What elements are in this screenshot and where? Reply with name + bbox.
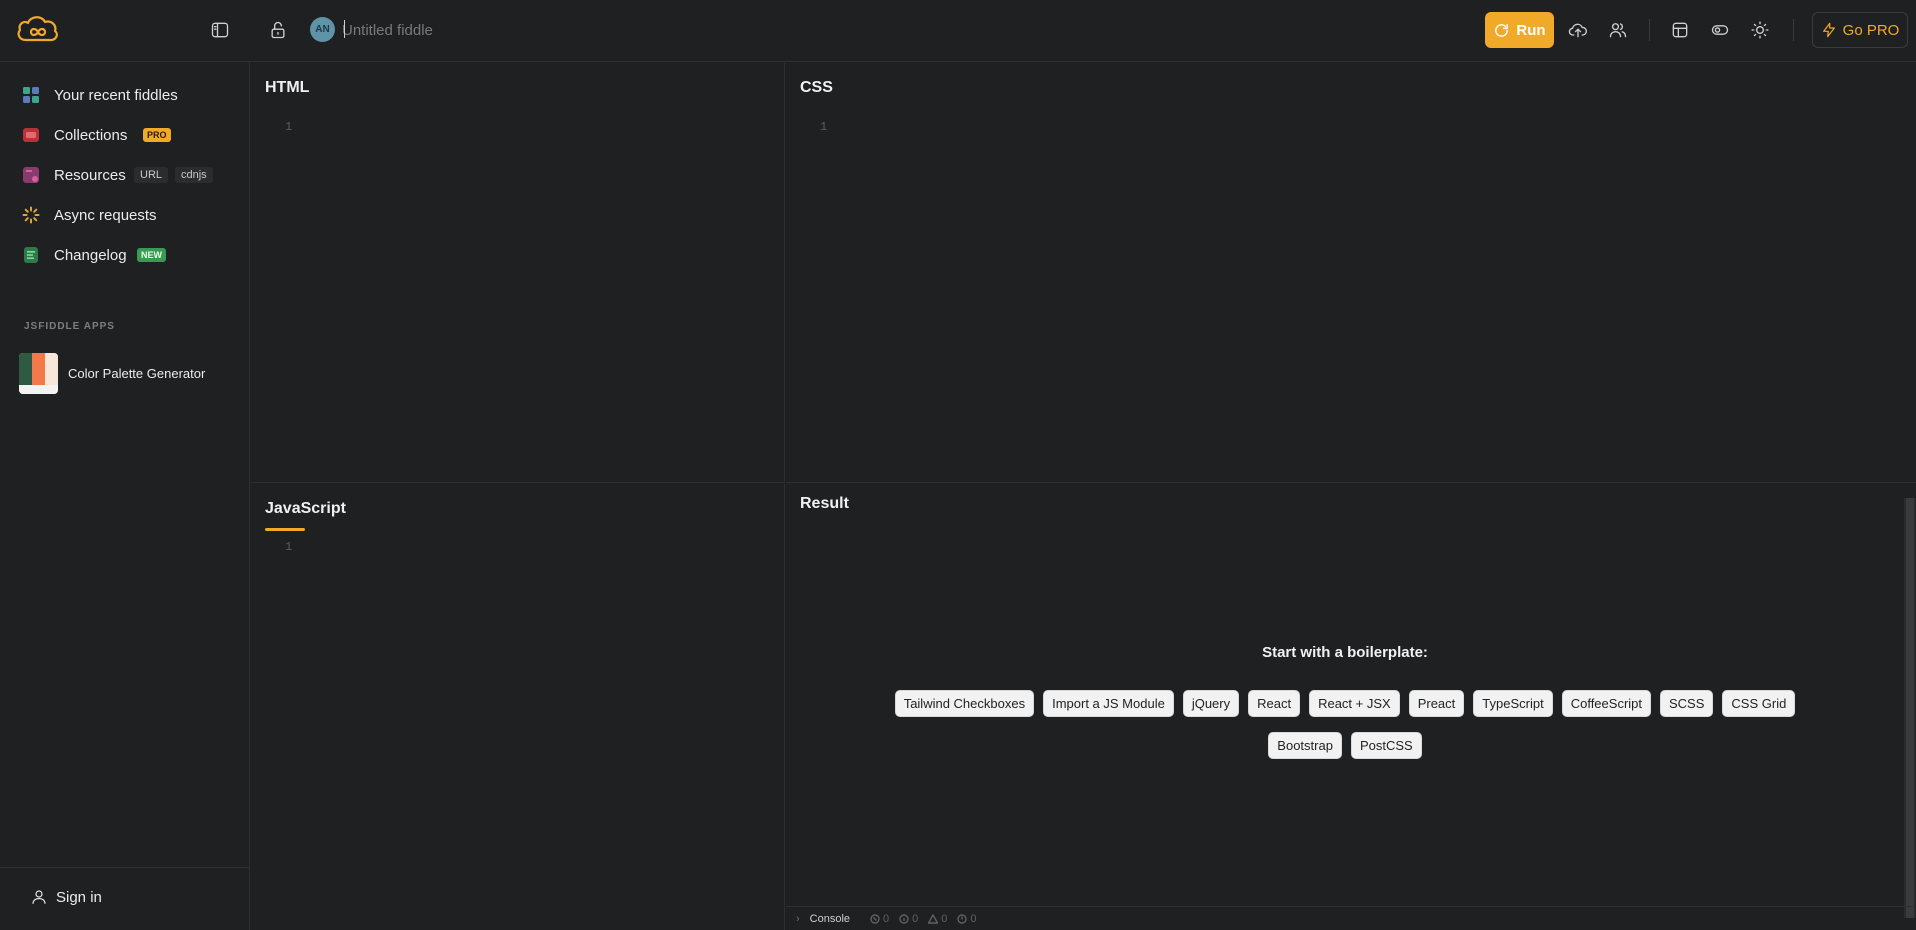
resources-icon (23, 167, 39, 183)
text-caret (344, 20, 345, 38)
error-icon (870, 913, 880, 924)
toggle-icon[interactable] (1704, 14, 1736, 46)
warning-icon (928, 913, 939, 924)
grid-icon (23, 87, 39, 103)
app-item-color-palette-generator[interactable]: Color Palette Generator (19, 352, 239, 394)
boilerplate-button[interactable]: CoffeeScript (1561, 690, 1651, 717)
app-thumbnail (19, 352, 58, 394)
go-pro-label: Go PRO (1842, 21, 1900, 39)
active-tab-indicator (265, 528, 305, 531)
boilerplate-button[interactable]: CSS Grid (1722, 690, 1796, 717)
boilerplate-row: Tailwind Checkboxes Import a JS Module jQu… (786, 690, 1904, 717)
run-button[interactable]: Run (1485, 12, 1554, 48)
console-bar[interactable]: › Console 0 0 0 0 (786, 906, 1916, 930)
boilerplate-row: Bootstrap PostCSS (786, 732, 1904, 759)
avatar[interactable]: AN (310, 17, 335, 42)
top-bar: AN Run Go PRO (0, 0, 1916, 62)
sign-in-button[interactable]: Sign in (30, 888, 102, 906)
line-number: 1 (285, 120, 293, 134)
boilerplate-button[interactable]: PostCSS (1350, 732, 1422, 759)
app-label: Color Palette Generator (68, 365, 206, 381)
result-panel: Result Start with a boilerplate: Tailwin… (786, 484, 1916, 930)
boilerplate-heading: Start with a boilerplate: (1262, 644, 1428, 661)
run-label: Run (1516, 21, 1546, 39)
boilerplate-button[interactable]: Bootstrap (1268, 732, 1342, 759)
apps-heading: JSFIDDLE APPS (24, 321, 115, 332)
sidebar-item-resources[interactable]: Resources URL cdnjs (0, 159, 250, 191)
changelog-icon (24, 247, 38, 263)
lightning-icon (1822, 22, 1835, 38)
boilerplate-button[interactable]: jQuery (1182, 690, 1240, 717)
boilerplate-button[interactable]: React (1248, 690, 1301, 717)
log-count: 0 (957, 913, 977, 925)
async-icon (22, 206, 40, 224)
sidebar-item-label: Changelog (54, 246, 127, 264)
upload-cloud-icon[interactable] (1562, 14, 1594, 46)
boilerplate-button[interactable]: TypeScript (1473, 690, 1553, 717)
cdnjs-chip[interactable]: cdnjs (175, 167, 213, 183)
css-editor-panel[interactable]: CSS 1 (786, 63, 1916, 483)
sidebar-item-label: Async requests (54, 206, 157, 224)
sidebar-item-async-requests[interactable]: Async requests (0, 199, 250, 231)
log-icon (957, 913, 968, 924)
pro-badge: PRO (143, 128, 171, 142)
collaborators-icon[interactable] (1602, 14, 1634, 46)
refresh-icon (1495, 23, 1509, 37)
toolbar-divider (1649, 19, 1650, 41)
boilerplate-button[interactable]: Import a JS Module (1043, 690, 1174, 717)
lock-icon[interactable] (262, 14, 294, 46)
info-icon (899, 913, 909, 924)
boilerplate-area: Start with a boilerplate: Tailwind Check… (786, 484, 1904, 904)
error-count: 0 (870, 913, 889, 925)
layout-icon[interactable] (1664, 14, 1696, 46)
info-count: 0 (899, 913, 918, 925)
scrollbar-thumb[interactable] (1906, 498, 1914, 918)
html-panel-title: HTML (265, 79, 310, 96)
go-pro-button[interactable]: Go PRO (1812, 12, 1908, 48)
line-number: 1 (285, 540, 293, 554)
sidebar-item-label: Resources (54, 166, 126, 184)
chevron-right-icon: › (796, 912, 800, 925)
line-number: 1 (820, 120, 828, 134)
sidebar-item-label: Collections (54, 126, 128, 144)
boilerplate-button[interactable]: SCSS (1660, 690, 1714, 717)
result-scrollbar[interactable] (1904, 498, 1916, 918)
archive-icon (23, 128, 39, 142)
user-icon (32, 890, 46, 904)
html-editor-panel[interactable]: HTML 1 (251, 63, 785, 483)
boilerplate-button[interactable]: Preact (1408, 690, 1465, 717)
sidebar: Your recent fiddles Collections PRO Reso… (0, 62, 250, 930)
sidebar-item-label: Your recent fiddles (54, 86, 178, 104)
sidebar-item-recent-fiddles[interactable]: Your recent fiddles (0, 79, 250, 111)
toggle-sidebar-icon[interactable] (204, 14, 236, 46)
js-panel-title: JavaScript (265, 500, 346, 517)
boilerplate-button[interactable]: React + JSX (1309, 690, 1400, 717)
new-badge: NEW (137, 248, 166, 262)
toolbar-divider (1793, 19, 1794, 41)
sign-in-section: Sign in (0, 867, 250, 930)
sidebar-item-collections[interactable]: Collections PRO (0, 119, 250, 151)
javascript-editor-panel[interactable]: JavaScript 1 (251, 484, 785, 930)
url-chip[interactable]: URL (134, 167, 169, 183)
console-label: Console (809, 912, 851, 925)
boilerplate-button[interactable]: Tailwind Checkboxes (894, 690, 1035, 717)
css-panel-title: CSS (800, 79, 833, 96)
warning-count: 0 (928, 913, 947, 925)
jsfiddle-logo[interactable] (14, 12, 62, 46)
theme-sun-icon[interactable] (1744, 14, 1776, 46)
sidebar-item-changelog[interactable]: Changelog NEW (0, 239, 250, 271)
sign-in-label: Sign in (56, 888, 102, 906)
fiddle-title-input[interactable] (342, 16, 762, 44)
